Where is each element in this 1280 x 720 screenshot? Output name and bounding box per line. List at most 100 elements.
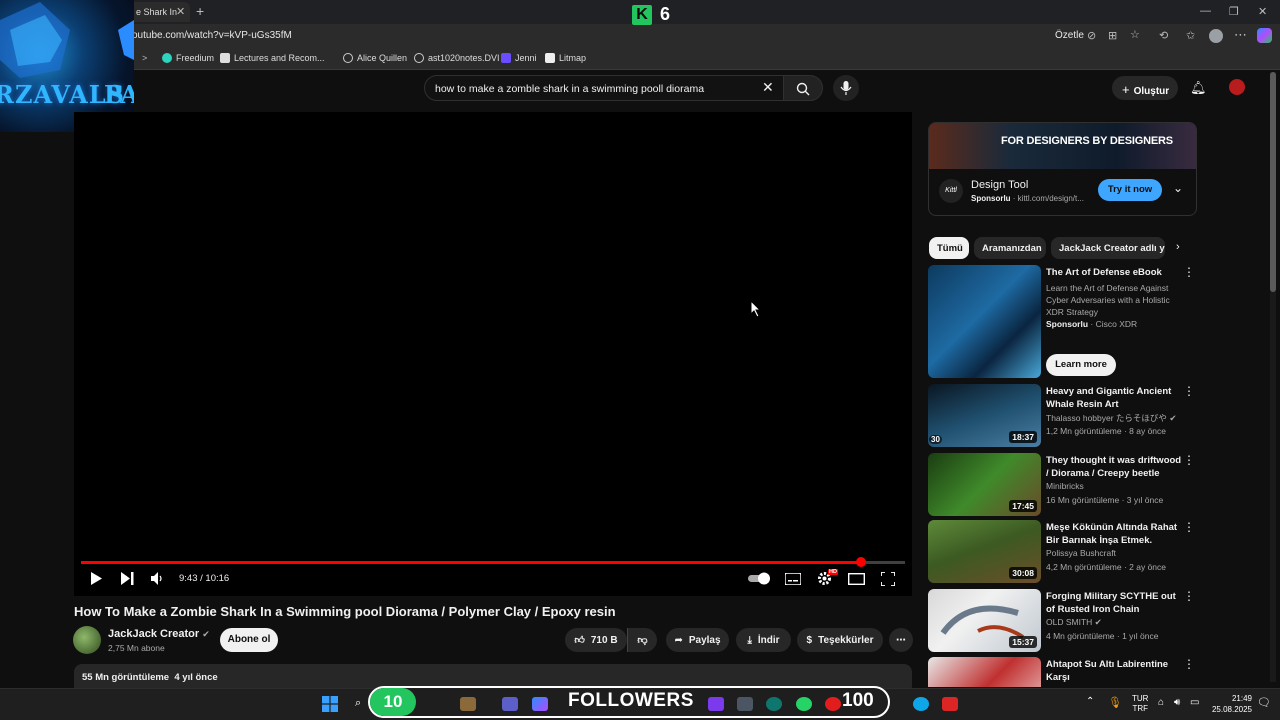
bookmark-lectures[interactable]: Lectures and Recom... [220,53,325,63]
channel-name[interactable]: Polissya Bushcraft [1046,548,1116,558]
more-actions-button[interactable]: ⋯ [889,628,913,652]
close-window-icon[interactable]: ✕ [1258,5,1267,18]
like-button[interactable]: 👍︎ 710 B [565,628,627,652]
download-button[interactable]: ⤓ İndir [736,628,791,652]
close-tab-icon[interactable]: ✕ [176,5,185,18]
edge-icon[interactable] [913,697,929,711]
page-scrollbar[interactable] [1270,72,1276,682]
more-dots-icon[interactable]: ⋮ [1183,589,1195,603]
maximize-icon[interactable]: ❐ [1229,5,1239,18]
channel-name[interactable]: Thalasso hobbyer たらそほびや ✔ [1046,412,1176,424]
ad-title[interactable]: Design Tool [971,179,1028,191]
bookmark-alice-quillen[interactable]: Alice Quillen [343,53,407,63]
chip-channel[interactable]: JackJack Creator adlı yü [1051,237,1165,259]
input-language[interactable]: TUR TRF [1132,694,1148,714]
video-title-link[interactable]: Heavy and Gigantic Ancient Whale Resin A… [1046,385,1184,411]
volume-tray-icon[interactable]: 🔊︎ [1174,697,1180,708]
fullscreen-icon[interactable] [881,572,895,586]
thanks-button[interactable]: $ Teşekkürler [797,628,883,652]
minimize-icon[interactable]: — [1200,5,1211,17]
progress-scrubber[interactable] [855,557,866,567]
subscribe-button[interactable]: Abone ol [220,628,278,652]
chevron-right-icon[interactable]: › [1176,241,1180,253]
video-title-link[interactable]: Meşe Kökünün Altında Rahat Bir Barınak İ… [1046,521,1184,548]
favorite-star-icon[interactable]: ☆ [1130,28,1140,41]
video-thumbnail[interactable]: 30:08 [928,520,1041,583]
summarize-button[interactable]: Özetle [1055,30,1084,41]
autoplay-toggle-icon[interactable] [748,572,772,585]
system-clock[interactable]: 21:49 25.08.2025 [1210,693,1252,715]
video-thumbnail[interactable]: 30 18:37 [928,384,1041,447]
account-avatar[interactable] [1229,79,1245,95]
taskbar-app-icon[interactable] [942,697,958,711]
more-dots-icon[interactable]: ⋮ [1183,265,1195,279]
scrollbar-thumb[interactable] [1270,72,1276,292]
theater-mode-icon[interactable] [848,573,865,585]
tray-chevron-icon[interactable]: ⌃ [1086,696,1094,707]
more-menu-icon[interactable]: ⋯ [1234,27,1247,43]
copilot-taskbar-icon[interactable] [532,697,548,711]
try-now-button[interactable]: Try it now [1098,179,1162,201]
more-dots-icon[interactable]: ⋮ [1183,657,1195,671]
next-video-icon[interactable] [121,572,134,585]
video-thumbnail[interactable]: 17:45 [928,453,1041,516]
video-thumbnail[interactable]: 15:37 [928,589,1041,652]
list-item[interactable]: 17:45 They thought it was driftwood / Di… [928,453,1198,516]
bookmark-jenni[interactable]: Jenni [501,53,537,63]
chip-all[interactable]: Tümü [929,237,969,259]
share-button[interactable]: ➦ Paylaş [666,628,729,652]
channel-name[interactable]: OLD SMITH ✔ [1046,617,1102,628]
taskbar-search-icon[interactable]: ⌕ [355,697,361,710]
video-title-link[interactable]: Ahtapot Su Altı Labirentine Karşı [1046,658,1184,684]
subtitles-icon[interactable] [785,573,801,585]
obsidian-icon[interactable] [708,697,724,711]
channel-name[interactable]: Minibricks [1046,481,1084,491]
bookmark-freedium[interactable]: Freedium [162,53,214,63]
search-input[interactable]: how to make a zomble shark in a swimming… [424,75,784,101]
opera-icon[interactable] [825,697,841,711]
channel-name[interactable]: JackJack Creator ✔ [108,628,210,640]
more-dots-icon[interactable]: ⋮ [1183,453,1195,467]
chip-from-search[interactable]: Aramanızdan [974,237,1046,259]
taskbar-app-icon[interactable] [737,697,753,711]
profile-avatar-icon[interactable] [1209,29,1223,43]
clear-search-icon[interactable]: ✕ [762,79,774,96]
taskbar-app-icon[interactable] [460,697,476,711]
advertiser-logo[interactable]: Kittl [939,179,963,203]
windows-start-icon[interactable] [322,696,338,712]
more-dots-icon[interactable]: ⋮ [1183,520,1195,534]
battery-icon[interactable]: ▭ [1190,697,1199,708]
network-icon[interactable]: ⌂ [1158,697,1164,708]
video-title-link[interactable]: Forging Military SCYTHE out of Rusted Ir… [1046,590,1184,616]
notifications-bell-icon[interactable]: 🔔︎ [1190,80,1207,96]
more-dots-icon[interactable]: ⋮ [1183,384,1195,398]
voice-search-button[interactable] [833,75,859,101]
play-icon[interactable] [90,572,102,585]
channel-avatar[interactable] [73,626,101,654]
new-tab-icon[interactable]: + [196,3,204,19]
list-item[interactable]: Ahtapot Su Altı Labirentine Karşı ⋮ [928,657,1198,687]
bookmark-ast1020[interactable]: ast1020notes.DVI [414,53,500,63]
video-progress-bar[interactable] [81,561,905,564]
bookmark-litmap[interactable]: Litmap [545,53,586,63]
video-player[interactable] [74,112,912,596]
taskbar-app-icon[interactable] [766,697,782,711]
bookmarks-more-icon[interactable]: > [142,53,147,63]
volume-icon[interactable] [151,572,164,585]
microphone-tray-icon[interactable]: 🎙︎ [1108,696,1122,709]
video-thumbnail[interactable] [928,265,1041,378]
sponsored-ad-card[interactable]: FOR DESIGNERS BY DESIGNERS Kittl Design … [928,122,1197,216]
dislike-button[interactable]: 👎︎ [627,628,657,652]
whatsapp-icon[interactable] [796,697,812,711]
list-item[interactable]: 30:08 Meşe Kökünün Altında Rahat Bir Bar… [928,520,1198,583]
favorites-icon[interactable]: ✩ [1186,29,1195,42]
list-item[interactable]: 30 18:37 Heavy and Gigantic Ancient Whal… [928,384,1198,447]
learn-more-button[interactable]: Learn more [1046,354,1116,376]
list-item[interactable]: 15:37 Forging Military SCYTHE out of Rus… [928,589,1198,652]
extensions-icon[interactable]: ⟲ [1159,29,1168,42]
notification-center-icon[interactable]: 🗨︎ [1257,696,1271,709]
url-field[interactable]: outube.com/watch?v=kVP-uGs35fM [132,30,292,41]
teams-icon[interactable] [502,697,518,711]
copilot-icon[interactable] [1257,28,1272,43]
apps-icon[interactable]: ⊞ [1108,29,1117,42]
